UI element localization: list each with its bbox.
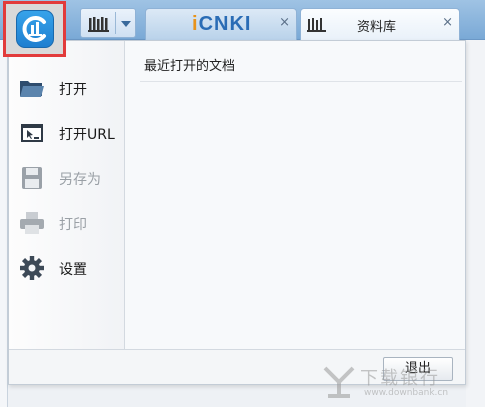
cnki-logo: iCNKI	[192, 13, 252, 35]
menu-item-settings[interactable]: 设置	[9, 248, 124, 288]
app-logo-icon	[16, 10, 54, 48]
menu-item-open[interactable]: 打开	[9, 68, 124, 108]
library-icon	[307, 17, 327, 36]
library-icon	[88, 16, 110, 36]
menu-item-label: 设置	[59, 262, 87, 278]
chevron-down-icon[interactable]	[121, 21, 131, 27]
tab-close-icon[interactable]: ×	[279, 15, 290, 30]
divider	[140, 81, 462, 82]
app-menu-button[interactable]	[3, 1, 66, 57]
url-window-icon	[19, 121, 45, 145]
tab-cnki[interactable]: iCNKI ×	[145, 8, 297, 40]
watermark-url: www.downbank.cn	[364, 388, 449, 398]
gear-icon	[19, 256, 45, 280]
button-divider	[115, 12, 116, 34]
recent-documents-title: 最近打开的文档	[144, 59, 236, 74]
menu-item-open-url[interactable]: 打开URL	[9, 113, 124, 153]
menu-item-save-as[interactable]: 另存为	[9, 158, 124, 198]
menu-item-print[interactable]: 打印	[9, 203, 124, 243]
menu-item-label: 另存为	[59, 172, 101, 188]
background-window-right	[466, 40, 485, 407]
menu-item-label: 打印	[59, 217, 87, 233]
tab-label: 资料库	[357, 20, 397, 35]
menu-item-label: 打开URL	[59, 127, 115, 143]
recent-documents-panel: 最近打开的文档	[126, 41, 466, 349]
watermark-text: 下载银行	[360, 368, 440, 389]
tab-close-icon[interactable]: ×	[442, 15, 453, 30]
watermark-logo-icon	[323, 366, 355, 398]
save-disk-icon	[19, 166, 45, 190]
title-bar: iCNKI × 资料库 ×	[0, 0, 485, 40]
menu-column: 打开 打开URL 另存为 打印 设置	[9, 41, 125, 349]
background-window-left	[0, 40, 8, 407]
folder-open-icon	[19, 76, 45, 100]
watermark: 下载银行 www.downbank.cn	[320, 360, 480, 404]
app-menu-panel: 打开 打开URL 另存为 打印 设置 最近打开的文档 退出	[8, 40, 466, 385]
menu-item-label: 打开	[59, 82, 87, 98]
library-menu-button[interactable]	[80, 8, 136, 38]
printer-icon	[19, 211, 45, 235]
tab-library[interactable]: 资料库 ×	[300, 8, 460, 40]
